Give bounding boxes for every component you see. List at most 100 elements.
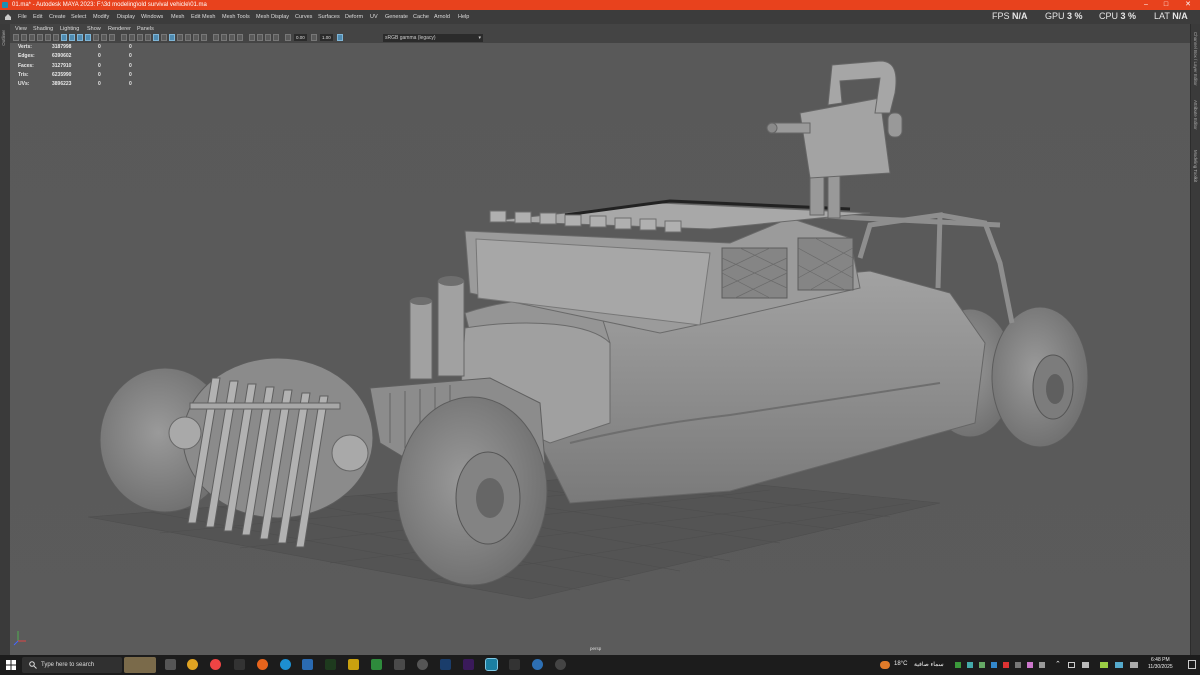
task-view-icon[interactable] bbox=[165, 659, 176, 670]
gate-mask-icon[interactable] bbox=[85, 34, 91, 41]
menu-generate[interactable]: Generate bbox=[385, 14, 408, 20]
close-button[interactable]: ✕ bbox=[1180, 0, 1196, 10]
chrome-icon[interactable] bbox=[187, 659, 198, 670]
tray-app8-icon[interactable] bbox=[1100, 662, 1108, 668]
news-widget-icon[interactable] bbox=[124, 657, 156, 673]
zbrush-icon[interactable] bbox=[394, 659, 405, 670]
ui-toggle-icon[interactable] bbox=[273, 34, 279, 41]
weather-icon[interactable] bbox=[880, 661, 890, 669]
panel-menu-view[interactable]: View bbox=[15, 26, 27, 32]
photoshop-icon[interactable] bbox=[440, 659, 451, 670]
notification-icon[interactable] bbox=[1188, 660, 1196, 669]
spreadsheet-icon[interactable] bbox=[371, 659, 382, 670]
menu-display[interactable]: Display bbox=[117, 14, 135, 20]
panel-menu-lighting[interactable]: Lighting bbox=[60, 26, 79, 32]
tray-app-icon[interactable] bbox=[967, 662, 973, 668]
safe-title-icon[interactable] bbox=[109, 34, 115, 41]
taskbar-clock[interactable]: 6:48 PM 11/30/2025 bbox=[1148, 657, 1173, 671]
taskbar-search-box[interactable]: Type here to search bbox=[22, 657, 122, 673]
tray-app5-icon[interactable] bbox=[1015, 662, 1021, 668]
isolate-select-icon[interactable] bbox=[213, 34, 219, 41]
menu-cache[interactable]: Cache bbox=[413, 14, 429, 20]
backface-culling-icon[interactable] bbox=[257, 34, 263, 41]
bookmark-icon[interactable] bbox=[29, 34, 35, 41]
chrome-profile-icon[interactable] bbox=[210, 659, 221, 670]
substance-painter-icon[interactable] bbox=[325, 659, 336, 670]
tray-nvidia-icon[interactable] bbox=[955, 662, 961, 668]
menu-modify[interactable]: Modify bbox=[93, 14, 109, 20]
outliner-tab[interactable]: Outliner bbox=[1, 30, 6, 46]
attribute-editor-tab[interactable]: Attribute Editor bbox=[1193, 100, 1198, 130]
color-space-dropdown[interactable]: sRGB gamma (legacy) ▾ bbox=[383, 34, 483, 42]
weather-temp[interactable]: 18°C bbox=[894, 661, 907, 667]
grid-toggle-icon[interactable] bbox=[61, 34, 67, 41]
weather-desc[interactable]: سماء صافية bbox=[914, 661, 944, 668]
tray-app3-icon[interactable] bbox=[991, 662, 997, 668]
anti-aliasing-icon[interactable] bbox=[193, 34, 199, 41]
film-gate-icon[interactable] bbox=[69, 34, 75, 41]
menu-select[interactable]: Select bbox=[71, 14, 86, 20]
perspective-viewport[interactable]: Verts: 3187998 0 0 Edges: 6390602 0 0 Fa… bbox=[10, 43, 1190, 655]
media-icon[interactable] bbox=[234, 659, 245, 670]
tray-app9-icon[interactable] bbox=[1115, 662, 1123, 668]
xray-components-icon[interactable] bbox=[237, 34, 243, 41]
firefox-icon[interactable] bbox=[257, 659, 268, 670]
windows-start-icon[interactable] bbox=[6, 660, 16, 670]
modeling-toolkit-tab[interactable]: Modeling Toolkit bbox=[1193, 150, 1198, 182]
panel-menu-show[interactable]: Show bbox=[87, 26, 101, 32]
menu-file[interactable]: File bbox=[18, 14, 27, 20]
tray-app4-icon[interactable] bbox=[1003, 662, 1009, 668]
network-icon[interactable] bbox=[1068, 662, 1075, 668]
xray-icon[interactable] bbox=[221, 34, 227, 41]
menu-edit[interactable]: Edit bbox=[33, 14, 42, 20]
menu-deform[interactable]: Deform bbox=[345, 14, 363, 20]
gamma-icon[interactable] bbox=[311, 34, 317, 41]
menu-edit-mesh[interactable]: Edit Mesh bbox=[191, 14, 215, 20]
xray-joints-icon[interactable] bbox=[229, 34, 235, 41]
menu-mesh[interactable]: Mesh bbox=[171, 14, 184, 20]
use-all-lights-icon[interactable] bbox=[161, 34, 167, 41]
grease-pencil-icon[interactable] bbox=[53, 34, 59, 41]
minimize-button[interactable]: – bbox=[1138, 0, 1154, 10]
menu-curves[interactable]: Curves bbox=[295, 14, 312, 20]
tray-app10-icon[interactable] bbox=[1130, 662, 1138, 668]
menu-mesh-display[interactable]: Mesh Display bbox=[256, 14, 289, 20]
default-material-icon[interactable] bbox=[137, 34, 143, 41]
maximize-button[interactable]: □ bbox=[1158, 0, 1174, 10]
menu-uv[interactable]: UV bbox=[370, 14, 378, 20]
menu-create[interactable]: Create bbox=[49, 14, 66, 20]
select-camera-icon[interactable] bbox=[13, 34, 19, 41]
channel-box-tab[interactable]: Channel Box / Layer Editor bbox=[1193, 32, 1198, 86]
shadows-icon[interactable] bbox=[169, 34, 175, 41]
2d-pan-zoom-icon[interactable] bbox=[45, 34, 51, 41]
panel-menu-panels[interactable]: Panels bbox=[137, 26, 154, 32]
store-icon[interactable] bbox=[302, 659, 313, 670]
menu-arnold[interactable]: Arnold bbox=[434, 14, 450, 20]
tray-overflow-icon[interactable]: ⌃ bbox=[1055, 660, 1061, 668]
obs-icon[interactable] bbox=[417, 659, 428, 670]
gamma-field[interactable]: 1.00 bbox=[320, 34, 333, 41]
resolution-gate-icon[interactable] bbox=[77, 34, 83, 41]
safe-action-icon[interactable] bbox=[101, 34, 107, 41]
marvelous-icon[interactable] bbox=[509, 659, 520, 670]
marmoset-icon[interactable] bbox=[348, 659, 359, 670]
view-transform-icon[interactable] bbox=[337, 34, 343, 41]
home-icon[interactable] bbox=[4, 13, 12, 21]
depth-of-field-icon[interactable] bbox=[201, 34, 207, 41]
tray-app7-icon[interactable] bbox=[1039, 662, 1045, 668]
menu-windows[interactable]: Windows bbox=[141, 14, 163, 20]
panel-menu-shading[interactable]: Shading bbox=[33, 26, 53, 32]
menu-help[interactable]: Help bbox=[458, 14, 469, 20]
ambient-occlusion-icon[interactable] bbox=[177, 34, 183, 41]
premiere-icon[interactable] bbox=[463, 659, 474, 670]
exposure-field[interactable]: 0.00 bbox=[294, 34, 307, 41]
tray-app2-icon[interactable] bbox=[979, 662, 985, 668]
tray-app6-icon[interactable] bbox=[1027, 662, 1033, 668]
wireframe-icon[interactable] bbox=[121, 34, 127, 41]
menu-surfaces[interactable]: Surfaces bbox=[318, 14, 340, 20]
smooth-shade-icon[interactable] bbox=[129, 34, 135, 41]
motion-blur-icon[interactable] bbox=[185, 34, 191, 41]
volume-icon[interactable] bbox=[1082, 662, 1089, 668]
unreal-icon[interactable] bbox=[555, 659, 566, 670]
wireframe-on-shaded-icon[interactable] bbox=[145, 34, 151, 41]
